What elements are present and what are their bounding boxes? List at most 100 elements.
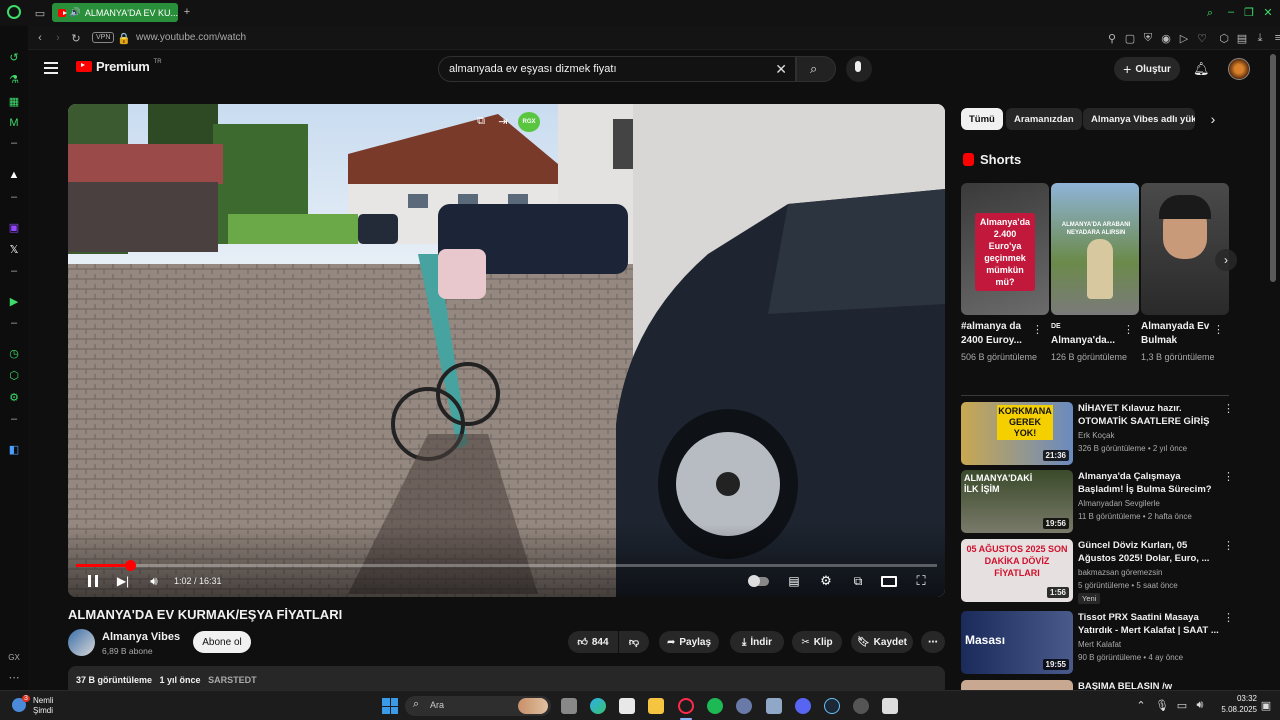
list-item[interactable]: KORKMANA GEREK YOK! 21:36 NİHAYET Kılavu… [961, 402, 1241, 466]
settings-sidebar-icon[interactable]: ⚙ [7, 390, 21, 404]
app-icon-2[interactable] [766, 698, 782, 714]
rec-channel[interactable]: bakmazsan göremezsin [1078, 567, 1228, 579]
app-sidebar-icon[interactable]: ◧ [7, 442, 21, 456]
progress-bar[interactable] [76, 560, 937, 571]
rec-thumbnail[interactable]: 05 AĞUSTOS 2025 SON DAKİKA DÖVİZ FİYATLA… [961, 539, 1073, 602]
extensions-sidebar-icon[interactable]: ⬡ [7, 368, 21, 382]
video-player[interactable]: RGX ⧉ ⇥ ▶| 🔊︎ 1:02 / 16:31 ▤ ⚙ ⧉ ⛶ [68, 104, 945, 597]
create-button[interactable]: + Oluştur [1114, 57, 1180, 81]
opera-gx-taskbar-icon[interactable] [678, 698, 694, 714]
theater-mode-button[interactable] [881, 576, 897, 587]
workspace-icon[interactable]: ▭ [33, 6, 47, 20]
app-icon-4[interactable] [882, 698, 898, 714]
rec-title[interactable]: Güncel Döviz Kurları, 05 Ağustos 2025! D… [1078, 539, 1223, 565]
autoplay-toggle[interactable] [748, 575, 769, 587]
notifications-bell-icon[interactable]: 🔔︎ [1193, 61, 1210, 76]
back-button[interactable]: ‹ [33, 31, 47, 45]
channel-name[interactable]: Almanya Vibes [102, 631, 180, 643]
shorts-next-button[interactable]: › [1215, 249, 1237, 271]
short-3-more-icon[interactable]: ⋮ [1213, 323, 1224, 336]
tab-search-icon[interactable]: ⌕ [1203, 6, 1217, 20]
download-button[interactable]: ⤓ İndir [730, 631, 784, 653]
short-thumb-3[interactable] [1141, 183, 1229, 315]
list-item[interactable]: 05 AĞUSTOS 2025 SON DAKİKA DÖVİZ FİYATLA… [961, 539, 1241, 604]
dislike-button[interactable]: 👎︎ [619, 631, 649, 653]
wallet-icon[interactable]: ▤ [1236, 31, 1248, 45]
share-button[interactable]: ➦ Paylaş [659, 631, 719, 653]
rec-title[interactable]: Tissot PRX Saatini Masaya Yatırdık - Mer… [1078, 611, 1223, 637]
volume-tray-icon[interactable]: 🔊︎ [1194, 699, 1206, 711]
settings-gear-icon[interactable]: ⚙ [818, 573, 834, 588]
menu-icon[interactable]: ≡ [1272, 31, 1280, 45]
page-scrollbar[interactable] [1270, 54, 1276, 282]
rec-thumbnail[interactable]: ALMANYA'DAKİ İLK İŞİM 19:56 [961, 470, 1073, 533]
url-field[interactable]: www.youtube.com/watch [136, 32, 246, 43]
network-icon[interactable]: ▭ [1176, 699, 1188, 712]
avatar[interactable] [1228, 58, 1250, 80]
chip-next-icon[interactable]: › [1206, 111, 1220, 127]
task-view-icon[interactable] [561, 698, 577, 714]
hamburger-menu-icon[interactable] [44, 62, 58, 74]
list-item[interactable]: ALMANYA'DAKİ İLK İŞİM 19:56 Almanya'da Ç… [961, 470, 1241, 534]
rec-more-icon[interactable]: ⋮ [1223, 539, 1234, 552]
start-button[interactable] [382, 698, 398, 714]
close-window-button[interactable]: ✕ [1261, 5, 1275, 19]
subtitles-button[interactable]: ▤ [786, 574, 802, 588]
chip-channel-uploads[interactable]: Almanya Vibes adlı yükle [1083, 108, 1195, 130]
clock-time[interactable]: 03:32 [1221, 694, 1257, 703]
short-title-3[interactable]: Almanyada Ev Bulmak [1141, 320, 1219, 348]
rec-channel[interactable]: Almanyadan Sevgilerle [1078, 498, 1228, 510]
short-1-more-icon[interactable]: ⋮ [1032, 323, 1043, 336]
subscribe-button[interactable]: Abone ol [193, 631, 251, 653]
rec-more-icon[interactable]: ⋮ [1223, 611, 1234, 624]
rec-channel[interactable]: Erk Koçak [1078, 430, 1228, 442]
voice-search-button[interactable] [846, 56, 872, 82]
short-thumb-2[interactable]: ALMANYA'DA ARABANI NEYADARA ALIRSIN [1051, 183, 1139, 315]
channel-avatar[interactable] [68, 629, 95, 656]
twitch-icon[interactable]: ▣ [7, 220, 21, 234]
video-overlay-badge[interactable]: RGX [518, 112, 540, 132]
short-title-2[interactable]: Almanya'da... [1051, 334, 1129, 348]
more-actions-button[interactable]: ⋯ [921, 631, 945, 653]
rec-channel[interactable]: Mert Kalafat [1078, 639, 1228, 651]
store-icon[interactable] [619, 698, 635, 714]
rec-title[interactable]: Almanya'da Çalışmaya Başladım! İş Bulma … [1078, 470, 1223, 496]
like-button[interactable]: 👍︎ 844 [568, 631, 618, 653]
edge-icon[interactable] [590, 698, 606, 714]
description-tag[interactable]: SARSTEDT [208, 675, 257, 685]
app-icon-1[interactable] [736, 698, 752, 714]
more-sidebar-icon[interactable]: ⋯ [7, 670, 21, 684]
rec-more-icon[interactable]: ⋮ [1223, 402, 1234, 415]
heart-icon[interactable]: ♡ [1196, 31, 1208, 45]
x-icon[interactable]: 𝕏 [7, 242, 21, 256]
news-icon[interactable]: ▦ [7, 94, 21, 108]
steam-icon[interactable] [824, 698, 840, 714]
list-item[interactable]: BAŞIMA BELASIN /w [961, 680, 1241, 690]
reload-button[interactable]: ↻ [69, 31, 83, 45]
forward-button[interactable]: › [51, 31, 65, 45]
lock-icon[interactable]: 🔒 [117, 31, 131, 45]
short-thumb-1[interactable]: Almanya'da 2.400 Euro'ya geçinmek mümkün… [961, 183, 1049, 315]
player-icon[interactable]: ▷ [1178, 31, 1190, 45]
youtube-logo[interactable]: Premium TR [76, 59, 162, 74]
download-icon[interactable]: ⤓ [1254, 31, 1266, 45]
tray-chevron-icon[interactable]: ⌃ [1136, 699, 1146, 712]
rec-title[interactable]: NİHAYET Kılavuz hazır. OTOMATİK SAATLERE… [1078, 402, 1223, 428]
description-box[interactable]: 37 B görüntüleme 1 yıl önce SARSTEDT [68, 666, 945, 690]
notification-icon[interactable]: ▣ [1260, 699, 1272, 712]
shield-icon[interactable]: ⛨ [1142, 31, 1154, 45]
app-icon-3[interactable] [853, 698, 869, 714]
rec-more-icon[interactable]: ⋮ [1223, 470, 1234, 483]
rec-thumbnail[interactable] [961, 680, 1073, 690]
clock-date[interactable]: 5.08.2025 [1212, 705, 1257, 714]
list-item[interactable]: Masası 19:55 Tissot PRX Saatini Masaya Y… [961, 611, 1241, 675]
search-button[interactable]: ⌕ [796, 56, 836, 82]
file-explorer-icon[interactable] [648, 698, 664, 714]
aria-icon[interactable]: ↺ [7, 50, 21, 64]
history-icon[interactable]: ◷ [7, 346, 21, 360]
discord-icon[interactable] [795, 698, 811, 714]
chip-all[interactable]: Tümü [961, 108, 1003, 130]
gx-icon[interactable]: GX [7, 650, 21, 664]
crypto-icon[interactable]: ⚗ [7, 72, 21, 86]
search-input[interactable]: almanyada ev eşyası dizmek fiyatı ✕ [438, 56, 796, 82]
